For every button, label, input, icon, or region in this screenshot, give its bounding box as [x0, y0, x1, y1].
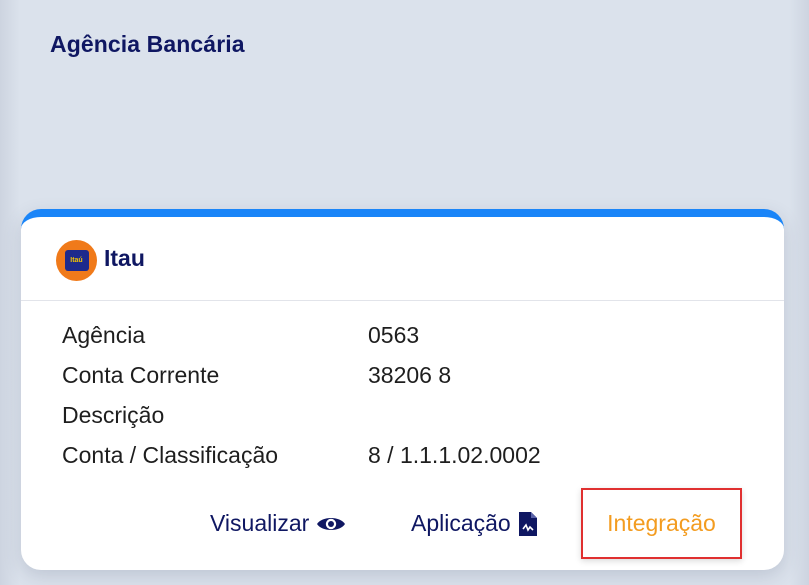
page-title: Agência Bancária — [50, 31, 245, 57]
card-header: Itaú Itau — [21, 217, 784, 301]
card-actions: Visualizar Aplicação Integração — [21, 483, 784, 565]
detail-row-descricao: Descrição — [62, 402, 762, 442]
detail-label: Descrição — [62, 402, 165, 428]
integration-label: Integração — [607, 510, 716, 536]
detail-value: 8 / 1.1.1.02.0002 — [368, 442, 541, 468]
detail-label: Conta / Classificação — [62, 442, 279, 468]
eye-icon — [316, 514, 346, 534]
view-label: Visualizar — [210, 510, 310, 536]
detail-row-conta-corrente: Conta Corrente 38206 8 — [62, 362, 762, 402]
view-button[interactable]: Visualizar — [210, 510, 346, 537]
bank-account-card: Itaú Itau Agência 0563 Conta Corrente 38… — [21, 209, 784, 570]
account-details: Agência 0563 Conta Corrente 38206 8 Desc… — [62, 322, 762, 482]
detail-label: Agência — [62, 322, 146, 348]
detail-row-agencia: Agência 0563 — [62, 322, 762, 362]
bank-logo: Itaú — [56, 240, 97, 281]
detail-label: Conta Corrente — [62, 362, 220, 388]
document-icon — [518, 511, 538, 537]
bank-name: Itau — [104, 245, 145, 271]
integration-button[interactable]: Integração — [581, 488, 742, 559]
application-label: Aplicação — [411, 510, 511, 536]
bank-logo-mark: Itaú — [64, 250, 89, 271]
application-button[interactable]: Aplicação — [411, 510, 538, 537]
detail-row-conta-classificacao: Conta / Classificação 8 / 1.1.1.02.0002 — [62, 442, 762, 482]
detail-value: 38206 8 — [368, 362, 452, 388]
detail-value: 0563 — [368, 322, 420, 348]
